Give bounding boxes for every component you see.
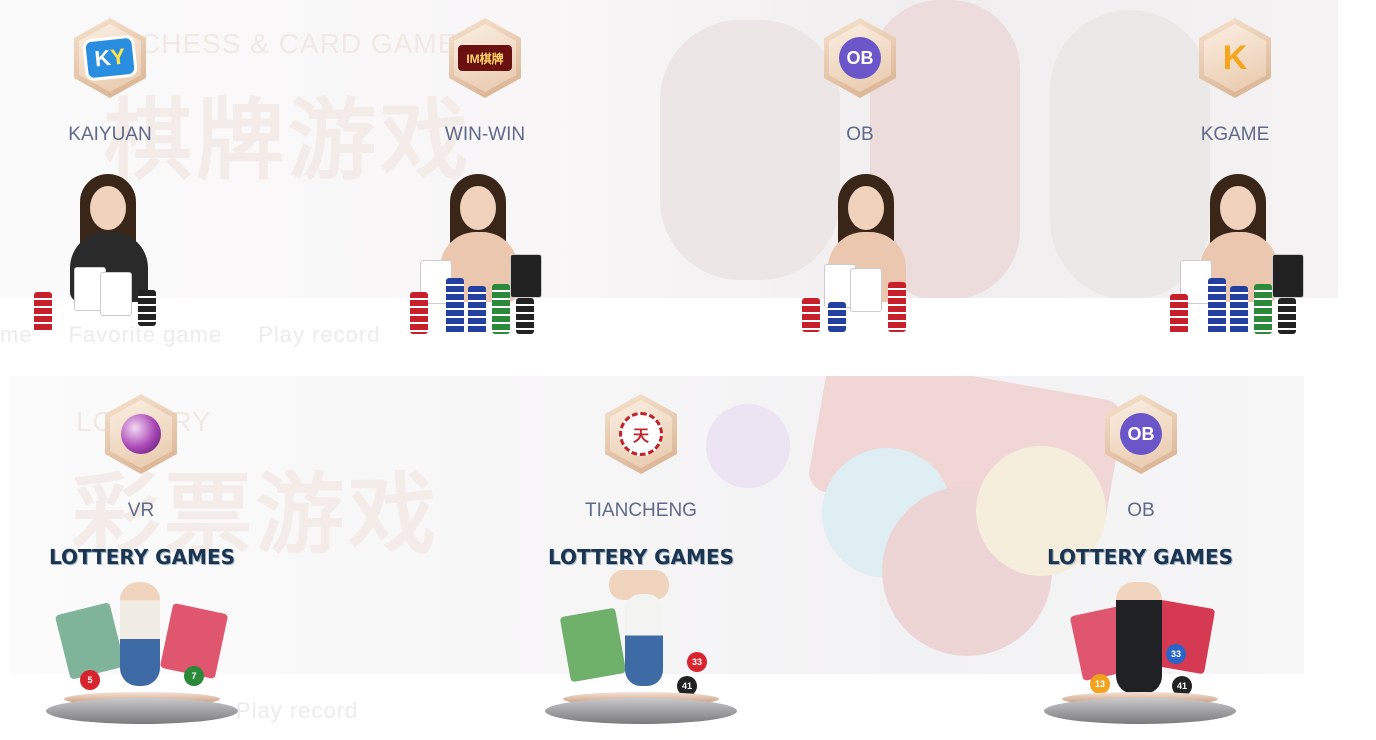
- hex-frame: K: [1199, 18, 1271, 98]
- ob-logo-icon: OB: [1120, 413, 1162, 455]
- provider-card-tiancheng[interactable]: 天 TIANCHENG: [541, 394, 741, 522]
- lottery-games-illustration: LOTTERY GAMES 33 13 41: [1042, 546, 1238, 726]
- hex-frame: OB: [1105, 394, 1177, 474]
- hex-frame: KY: [74, 18, 146, 98]
- provider-card-vr[interactable]: VR: [41, 394, 241, 522]
- lottery-games-title: LOTTERY GAMES: [48, 545, 236, 569]
- hex-frame: [105, 394, 177, 474]
- tiancheng-logo-icon: 天: [619, 412, 663, 456]
- provider-name: OB: [1127, 500, 1155, 521]
- provider-card-ob[interactable]: OB OB: [760, 18, 960, 146]
- provider-name: KGAME: [1200, 124, 1270, 145]
- casino-dealer-illustration: [400, 172, 550, 342]
- hex-frame: OB: [824, 18, 896, 98]
- lottery-games-illustration: LOTTERY GAMES 5 7: [44, 546, 240, 726]
- casino-dealer-illustration: [30, 172, 180, 342]
- tab-play-record[interactable]: Play record: [236, 698, 358, 723]
- lottery-tab-bar: Play record: [236, 698, 394, 724]
- lottery-games-title: LOTTERY GAMES: [547, 545, 735, 569]
- kgame-logo-icon: K: [1222, 38, 1248, 77]
- provider-name: VR: [127, 500, 155, 521]
- ky-logo-icon: KY: [85, 37, 135, 79]
- provider-name: OB: [846, 124, 874, 145]
- tab-play-record[interactable]: Play record: [258, 322, 380, 347]
- provider-card-kaiyuan[interactable]: KY KAIYUAN: [10, 18, 210, 146]
- hex-frame: 天: [605, 394, 677, 474]
- casino-dealer-illustration: [788, 172, 938, 342]
- lottery-games-title: LOTTERY GAMES: [1046, 545, 1234, 569]
- casino-dealer-illustration: [1160, 172, 1310, 342]
- ob-logo-icon: OB: [839, 37, 881, 79]
- lottery-games-illustration: LOTTERY GAMES 33 41: [543, 546, 739, 726]
- provider-name: TIANCHENG: [585, 500, 697, 521]
- provider-name: WIN-WIN: [444, 124, 526, 145]
- provider-card-win-win[interactable]: IM棋牌 WIN-WIN: [385, 18, 585, 146]
- provider-card-ob-lottery[interactable]: OB OB: [1041, 394, 1241, 522]
- hex-frame: IM棋牌: [449, 18, 521, 98]
- vr-logo-icon: [121, 414, 161, 454]
- im-chess-logo-icon: IM棋牌: [458, 45, 512, 71]
- provider-card-kgame[interactable]: K KGAME: [1135, 18, 1335, 146]
- provider-name: KAIYUAN: [68, 124, 152, 145]
- tab-game[interactable]: me: [0, 322, 33, 347]
